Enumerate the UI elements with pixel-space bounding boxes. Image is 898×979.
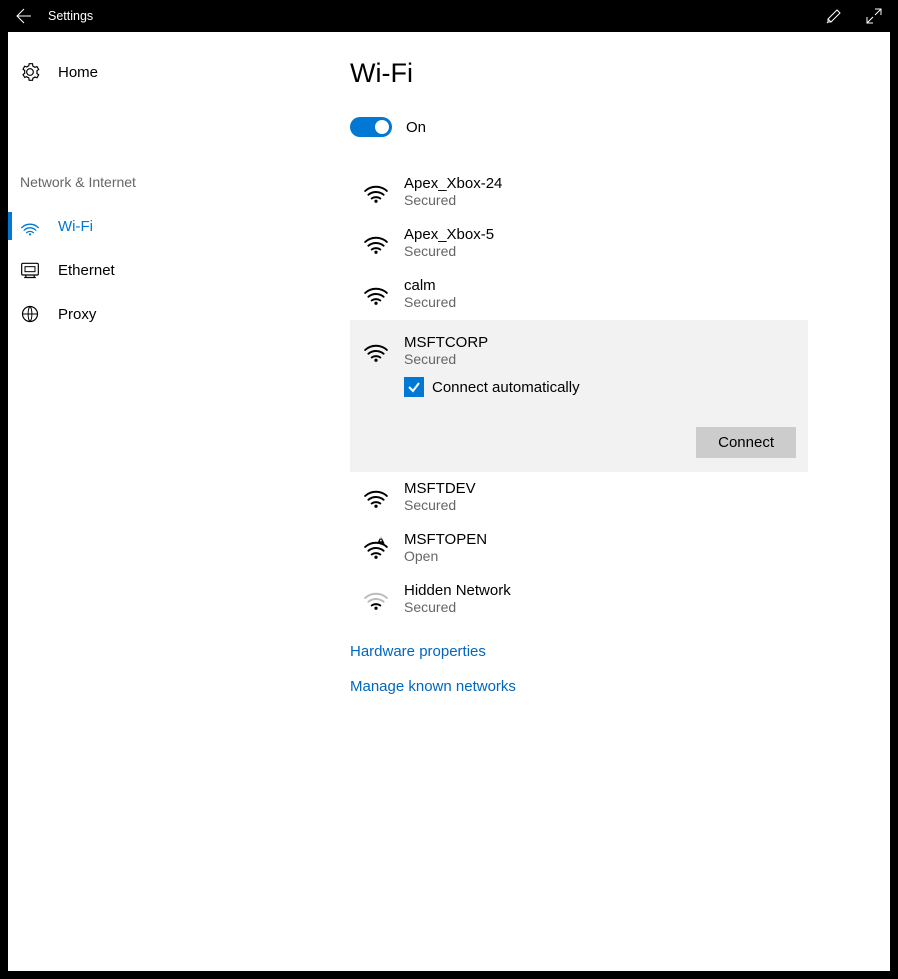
network-item[interactable]: MSFTOPENOpen <box>350 523 808 574</box>
connect-button[interactable]: Connect <box>696 427 796 458</box>
window-titlebar: Settings <box>0 0 898 32</box>
wifi-toggle-label: On <box>406 119 426 136</box>
auto-connect-label: Connect automatically <box>432 379 580 396</box>
network-status: Secured <box>404 192 796 208</box>
network-name: calm <box>404 277 796 294</box>
network-status: Secured <box>404 599 796 615</box>
network-status: Secured <box>404 294 796 310</box>
network-name: Hidden Network <box>404 582 796 599</box>
back-button[interactable] <box>4 8 44 24</box>
link-hardware-properties[interactable]: Hardware properties <box>350 643 870 660</box>
sidebar-item-label: Proxy <box>58 306 96 323</box>
network-status: Secured <box>404 497 796 513</box>
page-title: Wi‑Fi <box>350 58 870 89</box>
network-name: Apex_Xbox-24 <box>404 175 796 192</box>
sidebar-item-label: Ethernet <box>58 262 115 279</box>
network-name: MSFTOPEN <box>404 531 796 548</box>
link-manage-known-networks[interactable]: Manage known networks <box>350 678 870 695</box>
sidebar-home[interactable]: Home <box>8 52 338 92</box>
main-content: Wi‑Fi On Apex_Xbox-24SecuredApex_Xbox-5S… <box>338 32 890 971</box>
window-title: Settings <box>48 9 93 23</box>
wifi-signal-icon <box>362 226 390 256</box>
network-status: Open <box>404 548 796 564</box>
wifi-signal-icon <box>362 175 390 205</box>
network-status: Secured <box>404 243 796 259</box>
network-item[interactable]: Apex_Xbox-5Secured <box>350 218 808 269</box>
wifi-signal-icon <box>362 334 390 364</box>
network-item[interactable]: Hidden NetworkSecured <box>350 574 808 625</box>
network-item[interactable]: MSFTCORPSecured Connect automatically Conn… <box>350 320 808 472</box>
wifi-icon <box>20 216 40 236</box>
wifi-warning-icon <box>362 531 390 561</box>
network-name: Apex_Xbox-5 <box>404 226 796 243</box>
wifi-signal-icon <box>362 480 390 510</box>
wifi-signal-icon <box>362 582 390 612</box>
network-name: MSFTCORP <box>404 334 796 351</box>
sidebar-section-header: Network & Internet <box>8 174 338 202</box>
expand-icon <box>866 8 882 24</box>
edit-button[interactable] <box>814 8 854 24</box>
fullscreen-button[interactable] <box>854 8 894 24</box>
network-name: MSFTDEV <box>404 480 796 497</box>
arrow-left-icon <box>16 8 32 24</box>
ethernet-icon <box>20 260 40 280</box>
network-list: Apex_Xbox-24SecuredApex_Xbox-5Securedcal… <box>350 167 808 625</box>
pencil-icon <box>826 8 842 24</box>
sidebar-item-proxy[interactable]: Proxy <box>8 294 338 334</box>
sidebar-home-label: Home <box>58 64 98 81</box>
sidebar: Home Network & Internet Wi‑Fi Ethernet <box>8 32 338 971</box>
sidebar-item-label: Wi‑Fi <box>58 218 93 235</box>
globe-icon <box>20 304 40 324</box>
gear-icon <box>20 62 40 82</box>
auto-connect-checkbox[interactable] <box>404 377 424 397</box>
network-item[interactable]: Apex_Xbox-24Secured <box>350 167 808 218</box>
network-item[interactable]: calmSecured <box>350 269 808 320</box>
sidebar-item-wifi[interactable]: Wi‑Fi <box>8 206 338 246</box>
network-item[interactable]: MSFTDEVSecured <box>350 472 808 523</box>
network-status: Secured <box>404 351 796 367</box>
sidebar-item-ethernet[interactable]: Ethernet <box>8 250 338 290</box>
wifi-toggle[interactable] <box>350 117 392 137</box>
wifi-signal-icon <box>362 277 390 307</box>
